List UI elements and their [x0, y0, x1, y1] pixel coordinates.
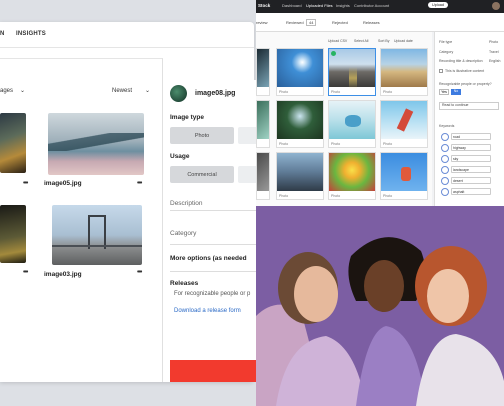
file-type-label: File type: [439, 40, 453, 44]
nav-contributor[interactable]: Contributor Account: [354, 3, 389, 8]
keyword-number-icon: [441, 155, 449, 163]
image-card[interactable]: Photo: [380, 100, 428, 148]
file-name: image05.jpg: [44, 180, 82, 187]
brand-logo[interactable]: Stock: [258, 3, 270, 8]
download-release-link[interactable]: Download a release form: [174, 308, 241, 314]
description-field[interactable]: Description: [170, 200, 203, 207]
file-avatar: [170, 85, 187, 102]
group-portrait-illustration: [256, 206, 504, 406]
keyword-number-icon: [441, 188, 449, 196]
divider: [170, 244, 256, 245]
image-card[interactable]: Photo: [380, 48, 428, 96]
image-card[interactable]: Photo: [380, 152, 428, 200]
more-icon[interactable]: •••: [23, 269, 28, 276]
keyword-number-icon: [441, 133, 449, 141]
illustration-option[interactable]: [238, 127, 256, 144]
image-card[interactable]: [256, 48, 270, 96]
upload-csv[interactable]: Upload CSV: [328, 39, 347, 43]
submit-button[interactable]: [170, 360, 256, 382]
releases-text: For recognizable people or p: [174, 291, 251, 297]
keyword-text: asphalt: [453, 190, 465, 194]
keyword-number-icon: [441, 144, 449, 152]
more-icon[interactable]: •••: [137, 180, 142, 187]
tab-reviewed[interactable]: Reviewed: [286, 20, 304, 25]
properties-panel: File type Photo Category Travel Recordin…: [434, 32, 504, 206]
select-all[interactable]: Select All: [354, 39, 368, 43]
tab-insights[interactable]: INSIGHTS: [16, 31, 46, 37]
top-nav: Stock Dashboard Uploaded Files Insights …: [256, 0, 504, 13]
tab-bar: N INSIGHTS: [0, 22, 254, 48]
file-name: image03.jpg: [44, 271, 82, 278]
avatar[interactable]: [492, 2, 500, 10]
no-option[interactable]: No: [451, 89, 461, 95]
image-card[interactable]: Photo: [328, 152, 376, 200]
tab-rejected[interactable]: Rejected: [332, 20, 348, 25]
nav-uploaded-files[interactable]: Uploaded Files: [306, 3, 333, 8]
file-thumbnail[interactable]: [48, 113, 144, 175]
nav-dashboard[interactable]: Dashboard: [282, 3, 302, 8]
photo-option[interactable]: Photo: [170, 127, 234, 144]
releases-title: Releases: [170, 280, 199, 287]
question-label: Recognizable people or property?: [439, 82, 492, 86]
left-app-window: N INSIGHTS ages ⌄ Newest ⌄ ••• image05.j…: [0, 0, 256, 406]
detail-filename: image08.jpg: [195, 90, 236, 97]
chevron-down-icon[interactable]: ⌄: [20, 87, 25, 94]
right-app-window: Stock Dashboard Uploaded Files Insights …: [256, 0, 504, 206]
filter-dropdown[interactable]: ages: [0, 88, 13, 94]
image-card[interactable]: Photo: [276, 152, 324, 200]
divider: [170, 271, 256, 272]
more-icon[interactable]: •••: [23, 180, 28, 187]
editorial-option[interactable]: [238, 166, 256, 183]
release-select[interactable]: Read to continue: [439, 102, 499, 110]
keyword-text: sky: [453, 157, 459, 161]
keyword-text: landscape: [453, 168, 469, 172]
image-type-label: Image type: [170, 114, 204, 121]
file-detail-panel: image08.jpg Image type Photo Usage Comme…: [164, 80, 256, 382]
keyword-number-icon: [441, 166, 449, 174]
file-grid: ages ⌄ Newest ⌄ ••• image05.jpg ••• ••• …: [0, 58, 163, 382]
usage-label: Usage: [170, 153, 190, 160]
sort-by[interactable]: Sort By: [378, 39, 389, 43]
image-card[interactable]: Photo: [328, 100, 376, 148]
image-card[interactable]: [256, 100, 270, 148]
file-thumbnail[interactable]: [52, 205, 142, 265]
illustrative-checkbox[interactable]: [439, 69, 443, 73]
image-card-selected[interactable]: Photo: [328, 48, 376, 96]
sort-dropdown[interactable]: Newest: [112, 88, 132, 94]
sub-tabs: review Reviewed 44 Rejected Releases: [256, 13, 504, 32]
file-thumbnail[interactable]: [0, 205, 26, 263]
chevron-down-icon[interactable]: ⌄: [145, 87, 150, 94]
keyword-text: desert: [453, 179, 463, 183]
count-badge: 44: [306, 19, 317, 26]
tab-uploads[interactable]: N: [0, 31, 5, 37]
commercial-option[interactable]: Commercial: [170, 166, 234, 183]
image-card[interactable]: Photo: [276, 48, 324, 96]
keyword-text: road: [453, 135, 461, 139]
nav-insights[interactable]: Insights: [336, 3, 350, 8]
category-value[interactable]: Travel: [489, 50, 499, 54]
more-options-toggle[interactable]: More options (as needed: [170, 255, 247, 262]
tab-review[interactable]: review: [256, 20, 268, 25]
category-label: Category: [439, 50, 454, 54]
keyword-number-icon: [441, 177, 449, 185]
yes-option[interactable]: Yes: [439, 89, 449, 95]
divider: [170, 210, 256, 211]
group-portrait-photo: [256, 206, 504, 406]
checkbox-label: This is illustrative content: [445, 69, 485, 73]
image-card[interactable]: [256, 152, 270, 200]
category-field[interactable]: Category: [170, 230, 196, 237]
keyword-text: highway: [453, 146, 466, 150]
sort-select[interactable]: Upload date: [394, 39, 413, 43]
upload-button[interactable]: Upload: [428, 2, 449, 8]
file-type-value[interactable]: Photo: [489, 40, 498, 44]
check-icon: [331, 51, 336, 56]
keywords-label: Keywords: [439, 124, 455, 128]
tab-releases[interactable]: Releases: [363, 20, 380, 25]
image-card[interactable]: Photo: [276, 100, 324, 148]
more-icon[interactable]: •••: [137, 269, 142, 276]
language-value[interactable]: English: [489, 59, 500, 63]
file-thumbnail[interactable]: [0, 113, 26, 173]
image-grid: Upload CSV Select All Sort By Upload dat…: [256, 32, 432, 206]
language-label: Recording title & description: [439, 59, 483, 63]
